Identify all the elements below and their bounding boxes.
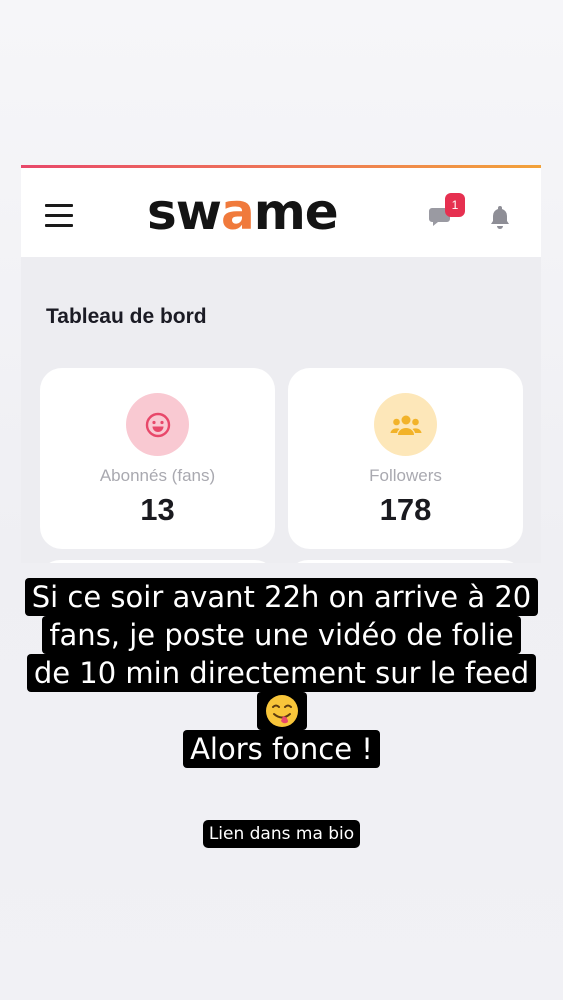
followers-count: 178 <box>379 492 432 527</box>
bell-icon[interactable] <box>489 204 511 230</box>
group-icon <box>390 415 421 435</box>
card-peek <box>288 560 523 563</box>
fans-label: Abonnés (fans) <box>99 466 216 485</box>
menu-icon[interactable] <box>45 204 73 227</box>
fans-count: 13 <box>140 492 175 527</box>
card-peek <box>40 560 275 563</box>
followers-icon-circle <box>374 393 437 456</box>
bio-link-sticker[interactable]: Lien dans ma bio <box>0 820 563 848</box>
swame-logo[interactable]: swame <box>147 182 339 242</box>
caption-cta: Alors fonce ! <box>183 730 380 768</box>
caption-line: Si ce soir avant 22h on arrive à 20 <box>24 578 539 616</box>
emoji-line <box>256 692 307 730</box>
notification-badge: 1 <box>445 193 465 217</box>
app-screenshot: swame 1 Tableau de bord Abonnés (fans) 1… <box>21 165 541 563</box>
bio-link-text: Lien dans ma bio <box>202 820 361 848</box>
story-caption: Si ce soir avant 22h on arrive à 20 fans… <box>0 578 563 768</box>
page-title: Tableau de bord <box>46 305 207 328</box>
followers-card[interactable]: Followers 178 <box>288 368 523 549</box>
followers-label: Followers <box>369 466 442 485</box>
app-header: swame 1 <box>21 168 541 257</box>
fans-card[interactable]: Abonnés (fans) 13 <box>40 368 275 549</box>
fans-icon-circle <box>126 393 189 456</box>
caption-line: fans, je poste une vidéo de folie <box>42 616 521 654</box>
smiley-icon <box>145 412 170 437</box>
caption-line: de 10 min directement sur le feed <box>26 654 537 692</box>
yum-emoji-icon <box>265 695 298 727</box>
